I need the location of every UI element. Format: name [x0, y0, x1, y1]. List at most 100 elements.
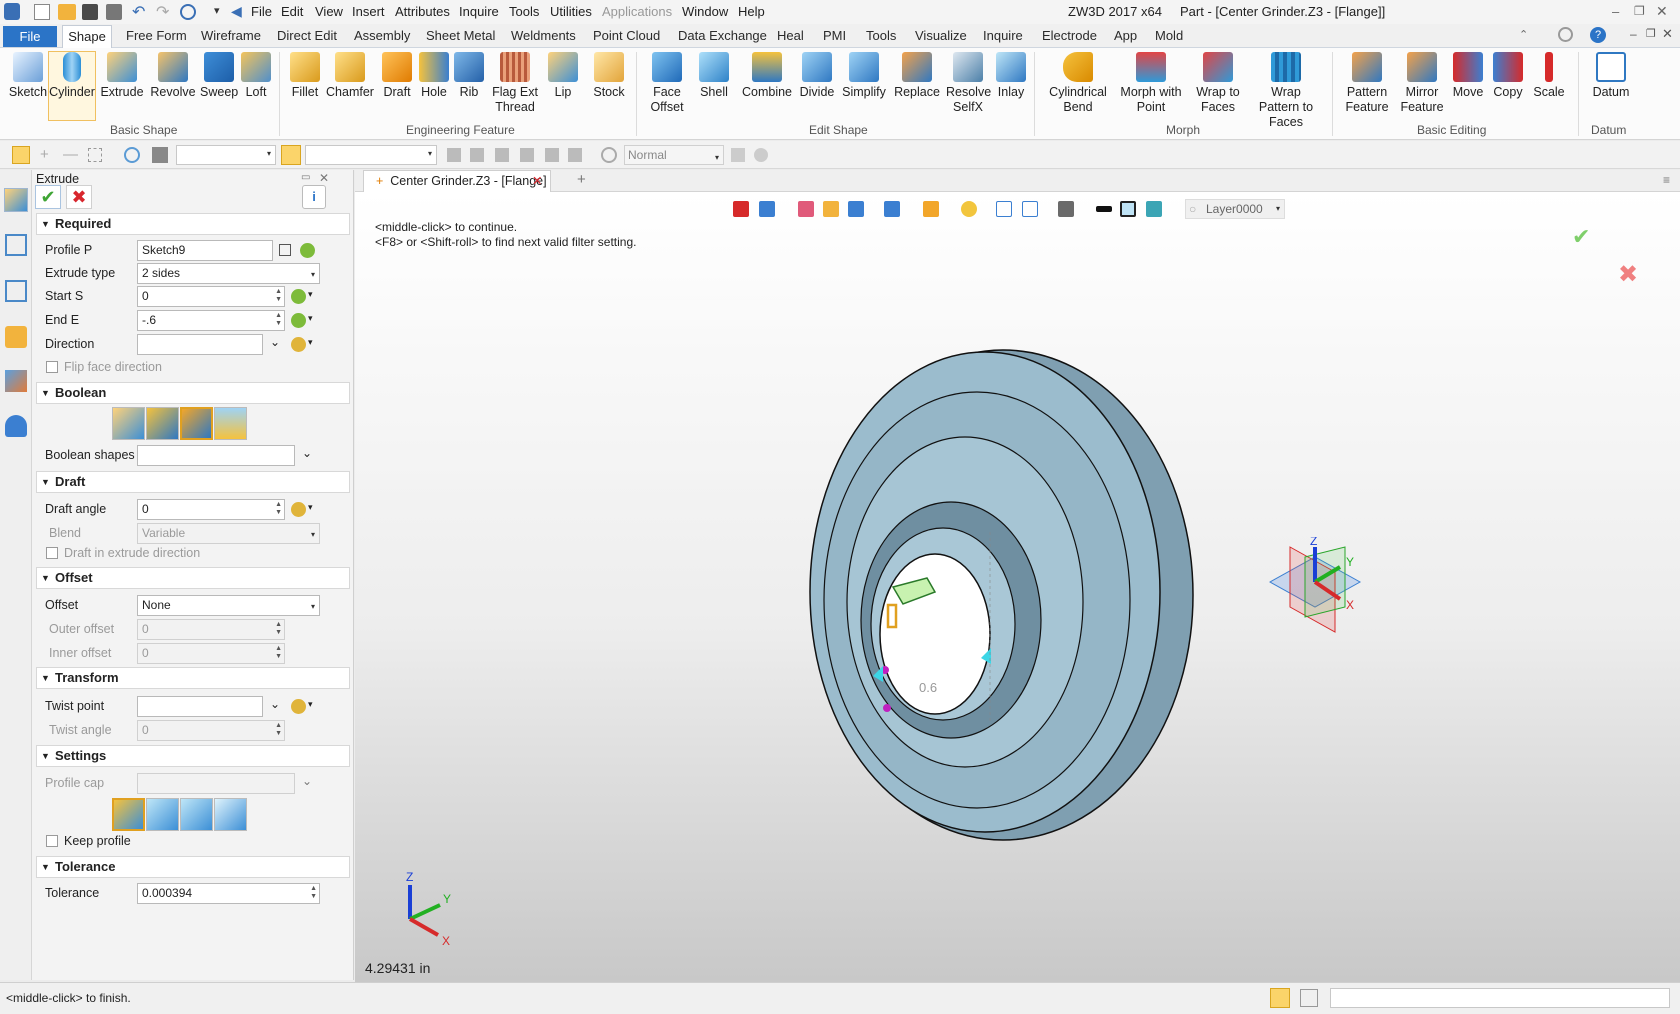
chevron-down-icon[interactable]: ▾	[214, 4, 220, 17]
simplify-button[interactable]: Simplify	[840, 52, 888, 100]
snap-edge-icon[interactable]	[545, 148, 559, 162]
wrap-to-faces-button[interactable]: Wrap to Faces	[1194, 52, 1242, 115]
close-icon[interactable]: ✕	[1656, 3, 1668, 20]
back-icon[interactable]: ◀	[231, 3, 242, 20]
twist-point-expand-icon[interactable]: ⌄	[270, 697, 280, 711]
open-file-icon[interactable]	[58, 4, 76, 20]
filter-select[interactable]: ▾	[176, 145, 276, 165]
tab-mold[interactable]: Mold	[1155, 28, 1183, 43]
panel-close-icon[interactable]: ✕	[319, 171, 329, 185]
box-select-icon[interactable]	[88, 148, 102, 162]
shaded-icon[interactable]	[823, 201, 839, 217]
pick-profile-icon[interactable]	[300, 243, 315, 258]
pin-icon[interactable]: ▭	[301, 172, 310, 183]
profile-cap-expand-icon[interactable]: ⌄	[302, 774, 312, 788]
command-input[interactable]	[1330, 988, 1670, 1008]
user-icon[interactable]	[5, 415, 27, 437]
tab-shape[interactable]: Shape	[62, 25, 112, 49]
render-mode-icon[interactable]	[601, 147, 617, 163]
tab-heal[interactable]: Heal	[777, 28, 804, 43]
viewport-ok-icon[interactable]: ✔	[1572, 224, 1590, 250]
zoom-fit-icon[interactable]	[996, 201, 1012, 217]
tab-center-grinder[interactable]: + Center Grinder.Z3 - [Flange] ✕	[363, 170, 551, 192]
3d-viewport[interactable]: ○ Layer0000 ▾ <middle-click> to continue.…	[355, 192, 1680, 982]
cylindrical-bend-button[interactable]: Cylindrical Bend	[1046, 52, 1110, 115]
revolve-button[interactable]: Revolve	[150, 52, 196, 100]
twist-point-field[interactable]	[137, 696, 263, 717]
collapse-ribbon-icon[interactable]: ⌃	[1519, 28, 1528, 41]
layers-icon[interactable]	[1058, 201, 1074, 217]
inner-offset-field[interactable]: 0 ▲ ▼	[137, 643, 285, 664]
boolean-base-icon[interactable]	[112, 407, 145, 440]
select-arrow-icon[interactable]	[12, 146, 30, 164]
assembly-tree-icon[interactable]	[5, 280, 27, 302]
profile-field[interactable]: Sketch9	[137, 240, 273, 261]
end-field[interactable]: -.6 ▲ ▼	[137, 310, 285, 331]
end-dropdown-icon[interactable]: ▾	[308, 313, 313, 324]
print-icon[interactable]	[106, 4, 122, 20]
tab-data-exchange[interactable]: Data Exchange	[678, 28, 767, 43]
stock-button[interactable]: Stock	[591, 52, 627, 100]
exit-view-icon[interactable]	[733, 201, 749, 217]
menu-tools[interactable]: Tools	[509, 4, 539, 19]
color-swatch-icon[interactable]	[1120, 201, 1136, 217]
section-tolerance[interactable]: Tolerance	[36, 856, 350, 878]
direction-field[interactable]	[137, 334, 263, 355]
fillet-button[interactable]: Fillet	[288, 52, 322, 100]
replace-button[interactable]: Replace	[893, 52, 941, 100]
menu-attributes[interactable]: Attributes	[395, 4, 450, 19]
draft-button[interactable]: Draft	[380, 52, 414, 100]
view-orient-icon[interactable]	[759, 201, 775, 217]
twist-angle-field[interactable]: 0 ▲ ▼	[137, 720, 285, 741]
tab-app[interactable]: App	[1114, 28, 1137, 43]
mirror-feature-button[interactable]: Mirror Feature	[1396, 52, 1448, 115]
draft-angle-field[interactable]: 0 ▲ ▼	[137, 499, 285, 520]
tab-weldments[interactable]: Weldments	[511, 28, 576, 43]
plus-icon[interactable]: +	[40, 146, 49, 163]
flag-ext-thread-button[interactable]: Flag Ext Thread	[490, 52, 540, 115]
display-mode-icon[interactable]	[884, 201, 900, 217]
combine-button[interactable]: Combine	[740, 52, 794, 100]
list-view-icon[interactable]	[1300, 989, 1318, 1007]
cap-end-icon[interactable]	[180, 798, 213, 831]
dimension-label[interactable]: 0.6	[919, 680, 937, 695]
pick-filter-icon[interactable]	[281, 145, 301, 165]
tab-inquire[interactable]: Inquire	[983, 28, 1023, 43]
draft-dropdown-icon[interactable]: ▾	[308, 502, 313, 513]
tab-point-cloud[interactable]: Point Cloud	[593, 28, 660, 43]
boolean-intersect-icon[interactable]	[214, 407, 247, 440]
snap-grid-icon[interactable]	[495, 148, 509, 162]
menu-utilities[interactable]: Utilities	[550, 4, 592, 19]
new-file-icon[interactable]	[34, 4, 50, 20]
extrude-panel-icon[interactable]	[4, 188, 28, 212]
viewport-cancel-icon[interactable]: ✖	[1618, 260, 1638, 289]
menu-view[interactable]: View	[315, 4, 343, 19]
cylinder-button[interactable]: Cylinder	[48, 51, 96, 121]
section-offset[interactable]: Offset	[36, 567, 350, 589]
light-icon[interactable]	[961, 201, 977, 217]
image-icon[interactable]	[5, 370, 27, 392]
morph-with-point-button[interactable]: Morph with Point	[1118, 52, 1184, 115]
render-icon[interactable]	[923, 201, 939, 217]
section-boolean[interactable]: Boolean	[36, 382, 350, 404]
drag-point[interactable]	[883, 704, 891, 712]
tab-electrode[interactable]: Electrode	[1042, 28, 1097, 43]
gear-icon[interactable]	[1558, 27, 1573, 42]
flip-face-checkbox[interactable]	[46, 361, 58, 373]
pick-tool-icon[interactable]	[731, 148, 745, 162]
extrude-button[interactable]: Extrude	[100, 52, 144, 100]
part-icon[interactable]	[5, 326, 27, 348]
new-tab-icon[interactable]: +	[577, 171, 586, 188]
tolerance-field[interactable]: 0.000394 ▲ ▼	[137, 883, 320, 904]
tab-pmi[interactable]: PMI	[823, 28, 846, 43]
refresh-icon[interactable]	[180, 4, 196, 20]
tab-sheet-metal[interactable]: Sheet Metal	[426, 28, 495, 43]
section-transform[interactable]: Transform	[36, 667, 350, 689]
undo-icon[interactable]: ↶	[132, 2, 145, 22]
section-draft[interactable]: Draft	[36, 471, 350, 493]
layout-toggle-icon[interactable]	[1270, 988, 1290, 1008]
inlay-button[interactable]: Inlay	[994, 52, 1028, 100]
profile-sketch-icon[interactable]	[279, 244, 291, 256]
twist-point-dropdown-icon[interactable]: ▾	[308, 699, 313, 710]
pick-draft-icon[interactable]	[291, 502, 306, 517]
